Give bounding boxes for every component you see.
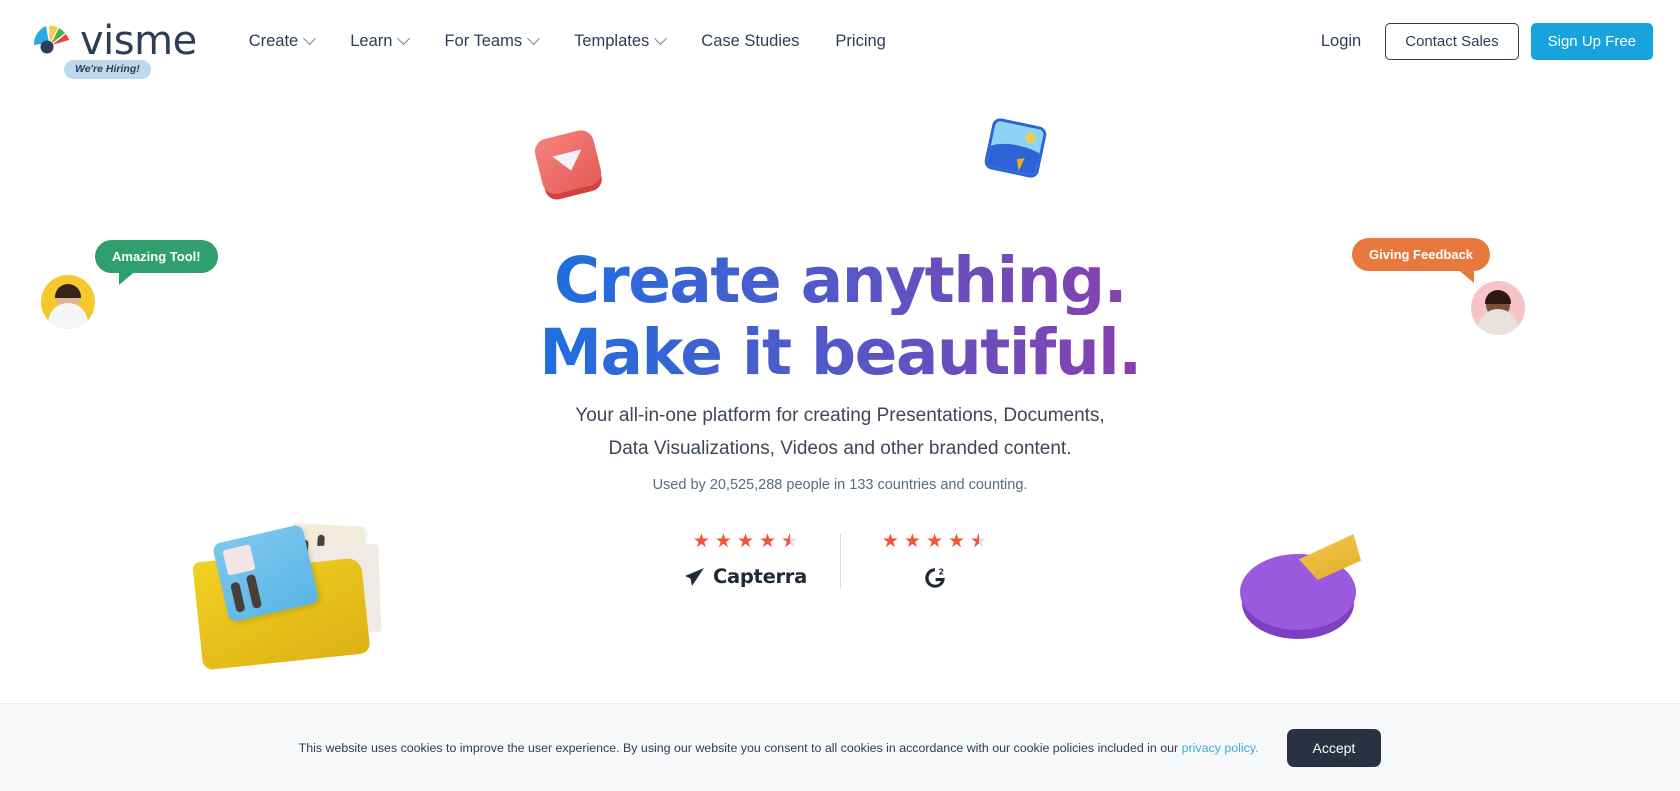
used-by-stat: Used by 20,525,288 people in 133 countri… <box>652 477 1028 493</box>
star-rating: ★ ★ ★ ★ ★ <box>882 532 987 551</box>
svg-text:2: 2 <box>938 568 944 577</box>
chevron-down-icon <box>397 31 411 45</box>
star-icon: ★ <box>714 531 732 552</box>
login-link[interactable]: Login <box>1307 24 1375 59</box>
nav-item-create[interactable]: Create <box>231 24 333 59</box>
capterra-cursor-icon <box>685 567 705 586</box>
chevron-down-icon <box>527 31 540 45</box>
nav-item-pricing[interactable]: Pricing <box>817 24 903 59</box>
star-icon: ★ <box>948 531 966 552</box>
cookie-consent-banner: This website uses cookies to improve the… <box>0 703 1680 791</box>
subtitle-line-2: Data Visualizations, Videos and other br… <box>608 437 1072 459</box>
star-icon: ★ <box>881 531 899 552</box>
nav-label: Templates <box>574 31 650 50</box>
chevron-down-icon <box>654 31 668 45</box>
hero-headline: Create anything. Make it beautiful. <box>0 246 1680 387</box>
g2-logo: 2 <box>922 565 948 591</box>
nav-item-templates[interactable]: Templates <box>556 24 683 59</box>
nav-label: Create <box>248 31 299 50</box>
nav-item-for-teams[interactable]: For Teams <box>426 24 556 59</box>
star-icon: ★ <box>692 531 710 552</box>
g2-icon: 2 <box>924 568 945 588</box>
logo[interactable]: visme We're Hiring! <box>30 18 197 79</box>
chevron-down-icon <box>303 31 317 45</box>
contact-sales-button[interactable]: Contact Sales <box>1385 22 1519 60</box>
image-media-tile-3d-icon <box>983 116 1048 180</box>
star-half-icon: ★ <box>781 532 798 551</box>
nav-item-learn[interactable]: Learn <box>332 24 426 59</box>
ratings-row: ★ ★ ★ ★ ★ Capterra ★ ★ ★ <box>0 532 1680 591</box>
headline-line-2: Make it beautiful. <box>0 318 1680 387</box>
site-header: visme We're Hiring! Create Learn For Tea… <box>0 0 1680 82</box>
nav-item-case-studies[interactable]: Case Studies <box>683 24 817 59</box>
subtitle-line-1: Your all-in-one platform for creating Pr… <box>575 405 1105 426</box>
cookie-message: This website uses cookies to improve the… <box>299 741 1259 755</box>
headline-line-1: Create anything. <box>0 246 1680 315</box>
hiring-badge[interactable]: We're Hiring! <box>64 60 151 79</box>
video-play-tile-3d-icon <box>532 127 604 197</box>
accept-cookies-button[interactable]: Accept <box>1286 728 1382 767</box>
privacy-policy-link[interactable]: privacy policy. <box>1182 741 1259 755</box>
header-actions: Login Contact Sales Sign Up Free <box>1307 22 1653 60</box>
star-rating: ★ ★ ★ ★ ★ <box>693 532 798 551</box>
cookie-message-text: This website uses cookies to improve the… <box>298 740 1182 755</box>
nav-label: Learn <box>350 31 393 50</box>
star-icon: ★ <box>925 531 944 552</box>
capterra-logo: Capterra <box>684 565 807 588</box>
visme-logo-icon <box>30 21 74 61</box>
hero-section: Amazing Tool! Giving Feedback Create any… <box>0 82 1680 702</box>
page-root: visme We're Hiring! Create Learn For Tea… <box>0 0 1680 791</box>
hero-subtitle: Your all-in-one platform for creating Pr… <box>0 400 1680 465</box>
main-navigation: Create Learn For Teams Templates Case St… <box>231 24 904 59</box>
logo-text: visme <box>80 18 197 64</box>
star-icon: ★ <box>903 531 921 552</box>
brand-label: Capterra <box>713 565 807 588</box>
nav-label: Case Studies <box>701 31 800 50</box>
rating-capterra[interactable]: ★ ★ ★ ★ ★ Capterra <box>667 532 825 591</box>
star-icon: ★ <box>736 531 755 552</box>
sign-up-free-button[interactable]: Sign Up Free <box>1530 22 1653 60</box>
star-half-icon: ★ <box>970 532 987 551</box>
nav-label: Pricing <box>835 31 886 50</box>
star-icon: ★ <box>759 531 777 552</box>
ratings-divider <box>839 534 841 589</box>
nav-label: For Teams <box>444 31 523 50</box>
rating-g2[interactable]: ★ ★ ★ ★ ★ 2 <box>856 532 1014 591</box>
